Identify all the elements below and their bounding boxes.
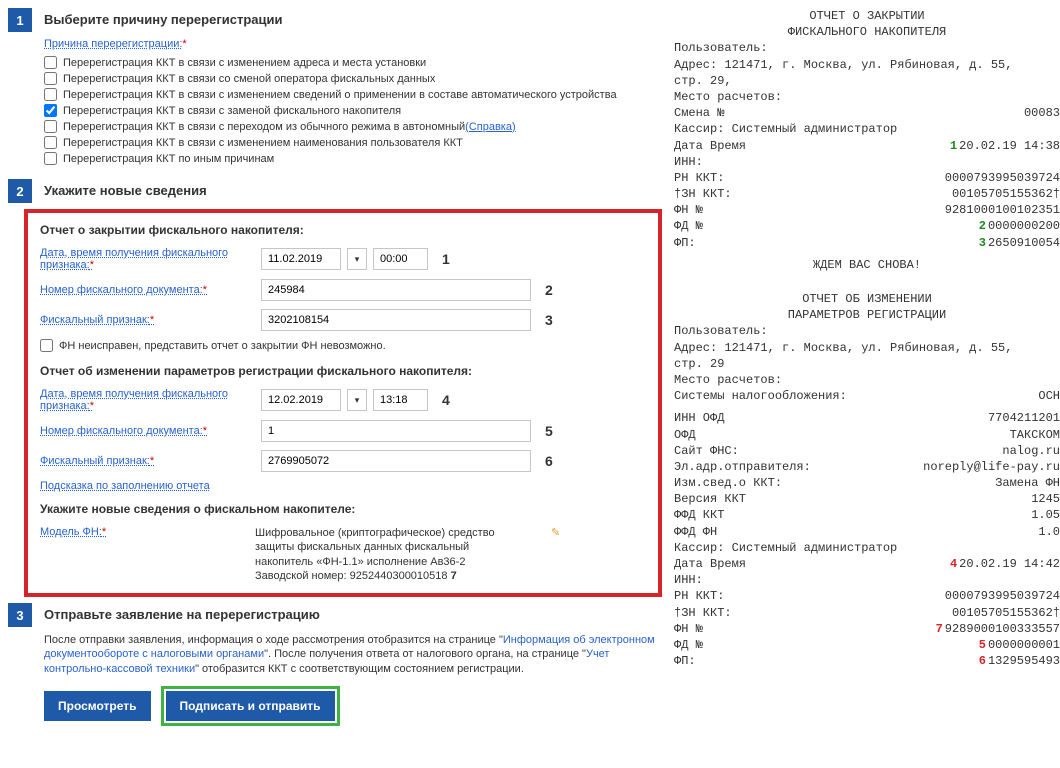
change-docnum-label: Номер фискального документа:* <box>40 425 255 437</box>
change-date-input[interactable] <box>261 389 341 411</box>
close-docnum-label: Номер фискального документа:* <box>40 284 255 296</box>
tag-4: 4 <box>442 392 450 408</box>
step1-number: 1 <box>8 8 32 32</box>
close-docnum-input[interactable] <box>261 279 531 301</box>
reason-checkbox-0[interactable] <box>44 56 57 69</box>
sign-send-button[interactable]: Подписать и отправить <box>166 691 335 721</box>
view-button[interactable]: Просмотреть <box>44 691 151 721</box>
receipt-change: ОТЧЕТ ОБ ИЗМЕНЕНИИ ПАРАМЕТРОВ РЕГИСТРАЦИ… <box>674 291 1060 669</box>
step3-title: Отправьте заявление на перерегистрацию <box>44 607 320 622</box>
change-fp-input[interactable] <box>261 450 531 472</box>
reason-label-0: Перерегистрация ККТ в связи с изменением… <box>63 57 426 69</box>
reason-label-4: Перерегистрация ККТ в связи с переходом … <box>63 121 465 133</box>
step3-number: 3 <box>8 603 32 627</box>
new-fn-heading: Укажите новые сведения о фискальном нако… <box>40 502 646 516</box>
reason-checkbox-4[interactable] <box>44 120 57 133</box>
tag-5: 5 <box>545 423 553 439</box>
reason-label: Причина перерегистрации: <box>44 38 182 50</box>
report-hint-link[interactable]: Подсказка по заполнению отчета <box>40 480 210 492</box>
close-fp-input[interactable] <box>261 309 531 331</box>
step2-title: Укажите новые сведения <box>44 183 207 198</box>
reason-checkbox-2[interactable] <box>44 88 57 101</box>
reason-checkbox-3[interactable] <box>44 104 57 117</box>
sign-button-highlight: Подписать и отправить <box>161 686 340 726</box>
change-time-input[interactable] <box>373 389 428 411</box>
reason-label-5: Перерегистрация ККТ в связи с изменением… <box>63 137 463 149</box>
step2-box: Отчет о закрытии фискального накопителя:… <box>24 209 662 597</box>
reason-help-link-4[interactable]: (Справка) <box>465 121 515 133</box>
tag-2: 2 <box>545 282 553 298</box>
close-datetime-label: Дата, время получения фискального призна… <box>40 247 255 271</box>
tag-6: 6 <box>545 453 553 469</box>
step1-title: Выберите причину перерегистрации <box>44 12 282 27</box>
change-fp-label: Фискальный признак:* <box>40 455 255 467</box>
required-star: * <box>182 38 186 50</box>
close-time-input[interactable] <box>373 248 428 270</box>
change-report-heading: Отчет об изменении параметров регистраци… <box>40 364 646 378</box>
tag-1: 1 <box>442 251 450 267</box>
step3-desc: После отправки заявления, информация о х… <box>44 633 662 676</box>
reason-label-6: Перерегистрация ККТ по иным причинам <box>63 153 274 165</box>
reason-label-2: Перерегистрация ККТ в связи с изменением… <box>63 89 617 101</box>
reason-checkbox-1[interactable] <box>44 72 57 85</box>
model-fn-label: Модель ФН:* <box>40 526 255 583</box>
change-datetime-label: Дата, время получения фискального призна… <box>40 388 255 412</box>
close-fp-label: Фискальный признак:* <box>40 314 255 326</box>
change-docnum-input[interactable] <box>261 420 531 442</box>
close-date-input[interactable] <box>261 248 341 270</box>
fn-broken-label: ФН неисправен, представить отчет о закры… <box>59 340 386 352</box>
step2-number: 2 <box>8 179 32 203</box>
reason-checkbox-5[interactable] <box>44 136 57 149</box>
change-date-dropdown[interactable]: ▾ <box>347 389 367 411</box>
fn-broken-checkbox[interactable] <box>40 339 53 352</box>
reason-label-1: Перерегистрация ККТ в связи со сменой оп… <box>63 73 435 85</box>
receipt-close: ОТЧЕТ О ЗАКРЫТИИ ФИСКАЛЬНОГО НАКОПИТЕЛЯ … <box>674 8 1060 273</box>
model-fn-desc: Шифровальное (криптографическое) средств… <box>255 526 545 583</box>
pencil-icon[interactable]: ✎ <box>551 526 560 583</box>
close-report-heading: Отчет о закрытии фискального накопителя: <box>40 223 646 237</box>
close-date-dropdown[interactable]: ▾ <box>347 248 367 270</box>
reason-label-3: Перерегистрация ККТ в связи с заменой фи… <box>63 105 401 117</box>
tag-3: 3 <box>545 312 553 328</box>
reason-checkbox-6[interactable] <box>44 152 57 165</box>
